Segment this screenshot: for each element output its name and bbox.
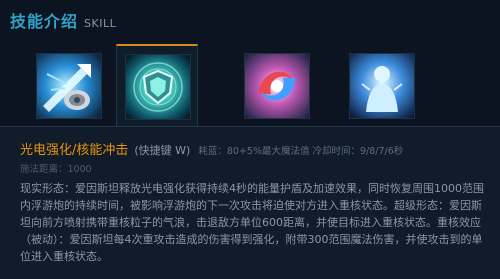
glowing-figure-skill-icon bbox=[349, 53, 415, 119]
skill-hotkey: (快捷键 W) bbox=[134, 144, 191, 157]
skill-tab-3[interactable] bbox=[235, 44, 317, 128]
skill-range: 施法距离：1000 bbox=[20, 164, 92, 175]
section-title: 技能介绍 bbox=[10, 12, 79, 31]
skill-description: 现实形态：爱因斯坦释放光电强化获得持续4秒的能量护盾及加速效果，同时恢复周围10… bbox=[20, 182, 484, 263]
shield-emblem-skill-icon bbox=[125, 54, 191, 120]
skill-tabs bbox=[0, 44, 500, 129]
section-subtitle: SKILL bbox=[84, 17, 117, 30]
skill-tab-1[interactable] bbox=[27, 44, 109, 128]
skill-tab-4[interactable] bbox=[340, 44, 422, 128]
skill-header: 光电强化/核能冲击 (快捷键 W) 耗蓝：80+5%最大魔法值 冷却时间：9/8… bbox=[20, 139, 490, 158]
skill-stats: 耗蓝：80+5%最大魔法值 冷却时间：9/8/7/6秒 bbox=[198, 146, 404, 157]
energy-swirl-skill-icon bbox=[244, 53, 310, 119]
skill-name: 光电强化/核能冲击 bbox=[20, 143, 129, 158]
skill-detail-panel: 光电强化/核能冲击 (快捷键 W) 耗蓝：80+5%最大魔法值 冷却时间：9/8… bbox=[0, 126, 500, 279]
skill-tab-2[interactable] bbox=[116, 44, 198, 129]
section-header: 技能介绍 SKILL bbox=[10, 8, 117, 31]
shield-arrow-skill-icon bbox=[36, 53, 102, 119]
